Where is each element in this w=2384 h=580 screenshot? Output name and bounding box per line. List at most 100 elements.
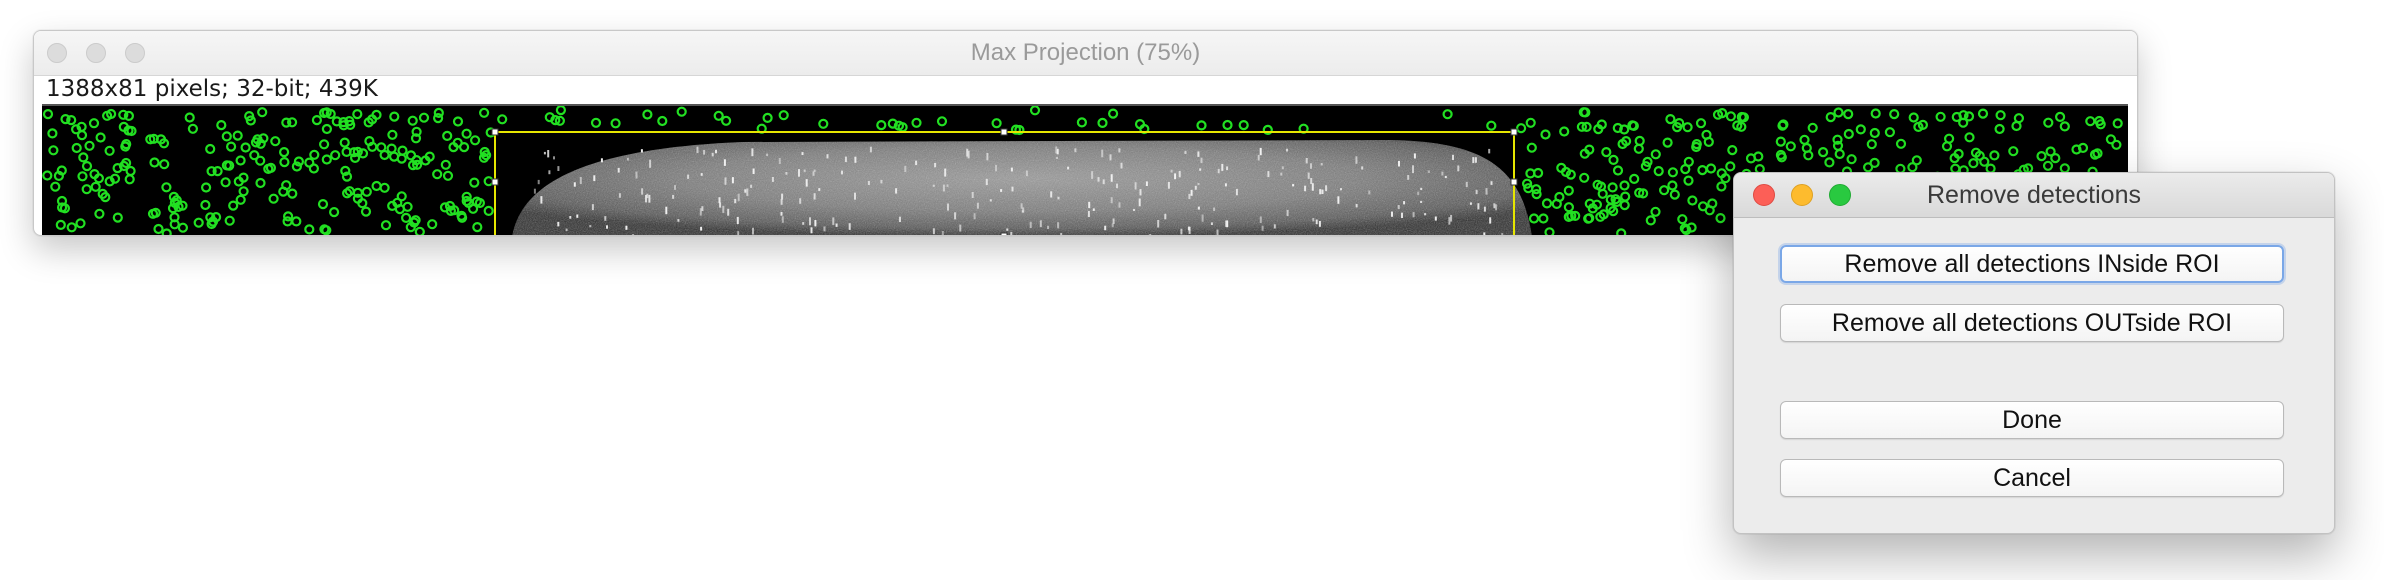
speckle	[617, 167, 620, 173]
image-window-title: Max Projection (75%)	[970, 39, 1201, 66]
speckle	[1197, 206, 1200, 210]
detection-marker	[1669, 189, 1680, 200]
detection-marker	[125, 165, 136, 177]
speckle	[1170, 169, 1173, 173]
speckle	[1292, 184, 1295, 187]
detection-marker	[461, 128, 472, 139]
detection-marker	[380, 220, 392, 231]
speckle	[1485, 188, 1488, 195]
image-info-text: 1388x81 pixels; 32-bit; 439K	[46, 76, 378, 102]
speckle	[799, 198, 802, 204]
detection-marker	[1799, 134, 1810, 145]
speckle	[899, 216, 901, 222]
speckle	[1217, 168, 1220, 174]
speckle	[579, 176, 582, 184]
detection-marker	[1076, 117, 1088, 128]
detection-marker	[442, 170, 454, 181]
detection-marker	[226, 141, 237, 152]
speckle	[1020, 235, 1022, 236]
remove-outside-roi-button[interactable]: Remove all detections OUTside ROI	[1780, 304, 2284, 342]
dialog-titlebar[interactable]: Remove detections	[1734, 173, 2334, 218]
speckle	[1190, 189, 1193, 196]
speckle	[986, 152, 989, 161]
detection-marker	[2054, 111, 2066, 122]
detection-marker	[112, 212, 123, 223]
detection-marker	[1833, 107, 1844, 118]
speckle	[1235, 235, 1237, 236]
detection-marker	[78, 152, 89, 163]
roi-handle	[491, 178, 499, 186]
speckle	[1259, 216, 1262, 224]
detection-marker	[177, 222, 188, 233]
speckle	[1420, 200, 1423, 203]
speckle	[1200, 157, 1203, 164]
detection-marker	[95, 132, 106, 143]
speckle	[1310, 178, 1313, 184]
speckle	[1011, 186, 1014, 192]
cancel-button[interactable]: Cancel	[1780, 459, 2284, 497]
speckle	[1424, 213, 1427, 216]
image-window-titlebar[interactable]: Max Projection (75%)	[34, 31, 2137, 76]
detection-marker	[1667, 167, 1679, 178]
detection-marker	[1601, 146, 1612, 158]
speckle	[802, 222, 805, 225]
detection-marker	[427, 219, 438, 230]
speckle	[1472, 157, 1475, 164]
speckle	[565, 228, 568, 231]
detection-marker	[1525, 117, 1536, 128]
detection-marker	[55, 219, 66, 231]
detection-marker	[149, 157, 160, 168]
detection-marker	[1968, 158, 1979, 169]
speckle	[1050, 191, 1053, 198]
speckle	[1310, 163, 1312, 169]
speckle	[1286, 148, 1288, 152]
detection-marker	[1526, 142, 1537, 153]
detection-marker	[1682, 122, 1693, 133]
speckle	[1318, 221, 1321, 227]
speckle	[1307, 172, 1310, 179]
speckle	[696, 146, 699, 154]
detection-marker	[1538, 213, 1549, 224]
detection-marker	[161, 228, 172, 235]
speckle	[785, 172, 788, 175]
detection-marker	[470, 135, 481, 146]
speckle	[1340, 188, 1342, 191]
speckle	[1139, 189, 1142, 196]
detection-marker	[2059, 121, 2070, 132]
detection-marker	[1238, 120, 1249, 131]
speckle	[771, 177, 774, 182]
detection-marker	[257, 107, 268, 118]
speckle	[835, 223, 838, 227]
detection-marker	[762, 112, 773, 123]
detection-marker	[1619, 180, 1630, 191]
speckle	[626, 157, 629, 161]
done-button[interactable]: Done	[1780, 401, 2284, 439]
detection-marker	[818, 118, 829, 129]
speckle	[810, 227, 813, 234]
detection-marker	[360, 206, 372, 217]
detection-marker	[2036, 150, 2047, 162]
speckle	[985, 178, 988, 186]
speckle	[1056, 156, 1058, 159]
speckle	[1118, 202, 1121, 208]
speckle	[973, 213, 976, 220]
speckle	[1210, 222, 1213, 225]
detection-marker	[47, 128, 58, 139]
detection-marker	[1650, 149, 1661, 160]
remove-inside-roi-button[interactable]: Remove all detections INside ROI	[1780, 245, 2284, 283]
speckle	[1092, 208, 1095, 211]
speckle	[1197, 183, 1200, 186]
detection-marker	[1977, 108, 1989, 119]
detection-marker	[200, 199, 211, 211]
detection-marker	[311, 115, 322, 126]
speckle	[1355, 204, 1358, 208]
detection-marker	[1579, 172, 1590, 183]
detection-marker	[268, 193, 279, 204]
speckle	[744, 189, 747, 193]
speckle	[1118, 148, 1121, 153]
detection-marker	[184, 112, 195, 123]
speckle	[1010, 167, 1013, 172]
detection-marker	[1807, 122, 1818, 133]
speckle	[947, 203, 949, 211]
speckle	[734, 198, 737, 204]
